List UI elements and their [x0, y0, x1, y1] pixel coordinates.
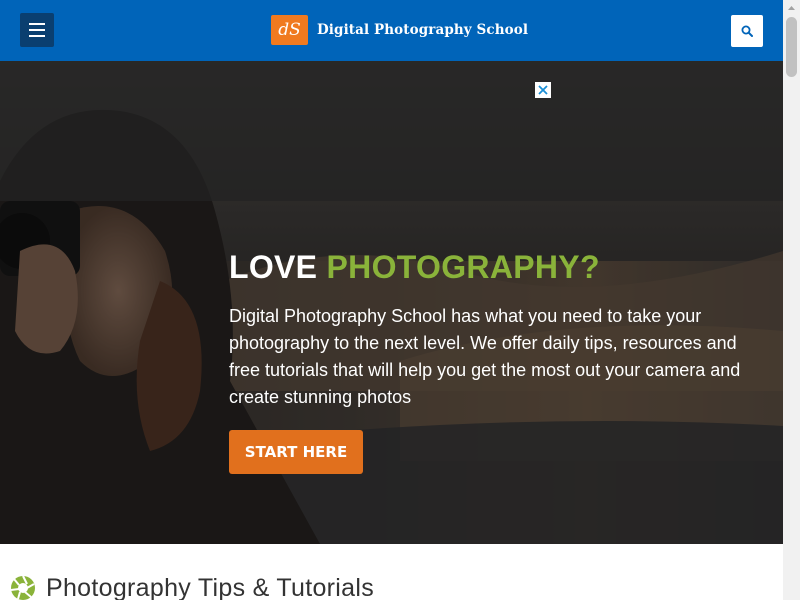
hero-title-part2: PHOTOGRAPHY?	[326, 249, 600, 285]
hero-title-part1: LOVE	[229, 249, 318, 285]
hero-description: Digital Photography School has what you …	[229, 306, 741, 407]
section-title: Photography Tips & Tutorials	[46, 573, 375, 600]
search-button[interactable]	[731, 15, 763, 47]
ad-close-button[interactable]	[535, 82, 551, 98]
aperture-icon	[10, 575, 35, 600]
site-header: dS Digital Photography School	[0, 0, 783, 61]
scroll-up-arrow-icon[interactable]	[783, 0, 800, 17]
menu-button[interactable]	[20, 13, 54, 47]
start-here-button[interactable]: START HERE	[229, 430, 363, 474]
site-name: Digital Photography School	[317, 22, 529, 38]
hero-title: LOVE PHOTOGRAPHY?	[229, 249, 600, 286]
hero-banner: LOVE PHOTOGRAPHY? Digital Photography Sc…	[0, 61, 783, 544]
site-logo: dS	[271, 15, 308, 45]
page: dS Digital Photography School LOVE PHOTO…	[0, 0, 783, 600]
close-icon	[538, 85, 548, 95]
scrollbar-thumb[interactable]	[786, 17, 797, 77]
page-scrollbar[interactable]	[783, 0, 800, 600]
search-icon	[741, 25, 753, 37]
hamburger-icon	[29, 23, 45, 25]
site-brand-link[interactable]: dS Digital Photography School	[271, 14, 528, 46]
ad-banner	[0, 61, 783, 201]
section-heading: Photography Tips & Tutorials	[10, 572, 374, 600]
logo-text: dS	[278, 20, 301, 40]
